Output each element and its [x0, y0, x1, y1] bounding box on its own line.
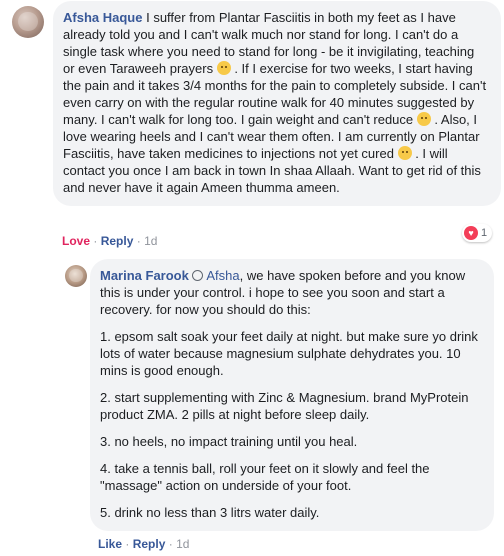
comment-actions: Love · Reply · 1d [62, 234, 157, 248]
disappointed-face-icon [397, 146, 412, 160]
reply-actions: Like · Reply · 1d [98, 537, 189, 551]
separator: · [125, 537, 130, 551]
heart-icon: ♥ [464, 226, 478, 240]
separator: · [136, 234, 141, 248]
list-item: 5. drink no less than 3 litrs water dail… [100, 505, 320, 520]
sad-face-icon [416, 112, 431, 126]
comment-author-name[interactable]: Afsha Haque [63, 10, 142, 25]
reply-button[interactable]: Reply [101, 234, 134, 248]
top-fan-badge-icon [192, 270, 204, 281]
timestamp[interactable]: 1d [176, 537, 189, 551]
avatar-afsha[interactable] [12, 6, 44, 38]
love-button[interactable]: Love [62, 234, 90, 248]
reaction-count[interactable]: ♥ 1 [462, 224, 493, 242]
separator: · [168, 537, 173, 551]
avatar-marina[interactable] [65, 265, 87, 287]
separator: · [93, 234, 98, 248]
comment-bubble-marina: Marina Farook Afsha, we have spoken befo… [90, 259, 494, 531]
list-item: 2. start supplementing with Zinc & Magne… [100, 390, 469, 422]
list-item: 4. take a tennis ball, roll your feet on… [100, 461, 430, 493]
list-item: 1. epsom salt soak your feet daily at ni… [100, 329, 478, 378]
reaction-count-value: 1 [481, 227, 488, 239]
reply-intro: Marina Farook Afsha, we have spoken befo… [100, 267, 482, 318]
sad-face-icon [216, 61, 231, 75]
comment-author-name[interactable]: Marina Farook [100, 268, 189, 283]
timestamp[interactable]: 1d [144, 234, 157, 248]
list-item: 3. no heels, no impact training until yo… [100, 434, 358, 449]
reply-button[interactable]: Reply [133, 537, 166, 551]
comment-bubble-afsha: Afsha Haque I suffer from Plantar Fascii… [53, 1, 501, 206]
like-button[interactable]: Like [98, 537, 122, 551]
mention-link[interactable]: Afsha [206, 268, 239, 283]
